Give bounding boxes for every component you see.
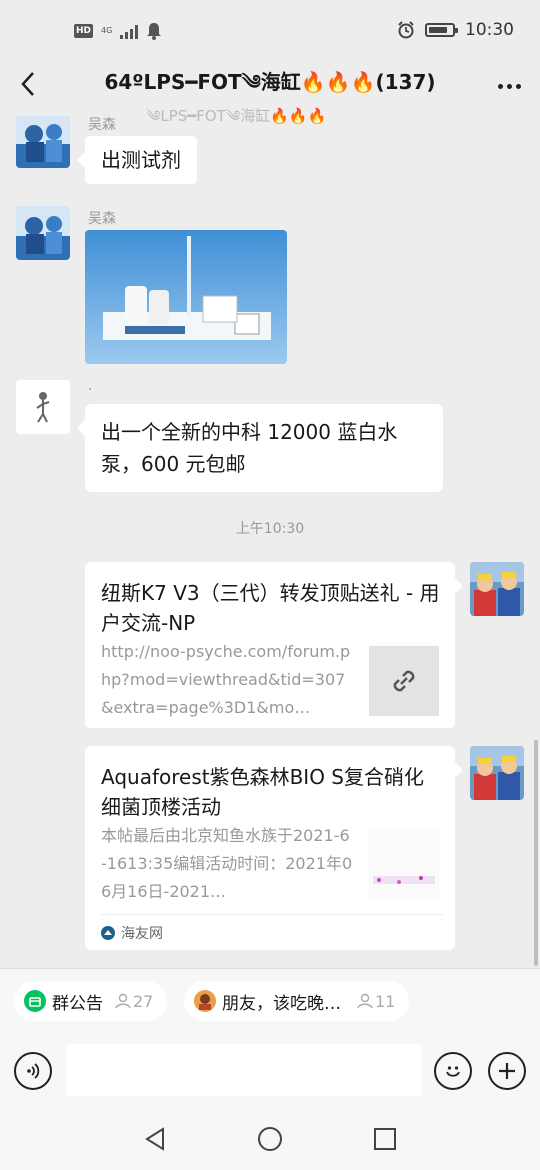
notification-bell-icon [147, 23, 162, 40]
nav-home-icon [258, 1127, 282, 1151]
nav-recents-button[interactable] [370, 1124, 400, 1154]
pill-count-value: 11 [375, 991, 396, 1011]
user-icon [115, 993, 131, 1009]
status-left: HD 4G [74, 22, 162, 40]
avatar[interactable] [16, 206, 70, 260]
status-time: 10:30 [465, 20, 514, 40]
test-kit-photo [85, 230, 287, 364]
user-icon [357, 993, 373, 1009]
link-icon [393, 670, 415, 692]
network-type: 4G [101, 26, 113, 35]
announcement-icon [24, 990, 46, 1012]
card-title: Aquaforest紫色森林BIO S复合硝化细菌顶楼活动 [101, 765, 424, 819]
card-description: http://noo-psyche.com/forum.php?mod=view… [101, 642, 351, 717]
pill-count-value: 27 [133, 991, 154, 1011]
pill-label: 朋友，该吃晚… [222, 993, 341, 1014]
voice-icon [27, 1063, 40, 1079]
quick-bar: 群公告 27 朋友，该吃晚… 11 [0, 968, 540, 1032]
image-message[interactable] [85, 230, 287, 364]
timestamp: 上午10:30 [235, 521, 305, 537]
source-name: 海友网 [121, 925, 163, 942]
pill-count: 11 [357, 992, 395, 1011]
card-thumbnail [369, 646, 439, 716]
nav-home-button[interactable] [255, 1124, 285, 1154]
link-card[interactable]: Aquaforest紫色森林BIO S复合硝化细菌顶楼活动 本帖最后由北京知鱼水… [85, 746, 463, 950]
topic-avatar-icon [194, 990, 216, 1012]
nav-recents-icon [374, 1128, 396, 1150]
status-right: 10:30 [397, 20, 514, 40]
back-button[interactable] [10, 64, 46, 104]
nav-back-button[interactable] [140, 1124, 170, 1154]
system-nav-bar [0, 1108, 540, 1170]
alarm-icon [398, 21, 414, 39]
plus-icon [499, 1063, 515, 1079]
scrollbar[interactable] [534, 740, 538, 966]
voice-button[interactable] [14, 1052, 52, 1090]
avatar[interactable] [470, 746, 524, 800]
pill-label: 群公告 [52, 993, 103, 1014]
more-options-button[interactable] [492, 68, 526, 104]
avatar[interactable] [470, 562, 524, 616]
avatar[interactable] [16, 116, 70, 168]
topic-pill[interactable]: 朋友，该吃晚… 11 [184, 981, 410, 1021]
message-text: 出一个全新的中科 12000 蓝白水泵，600 元包邮 [101, 420, 398, 476]
sender-name: · [88, 382, 93, 398]
message-input[interactable] [66, 1044, 422, 1096]
sender-name: 吴森 [88, 211, 116, 227]
card-title: 纽斯K7 V3（三代）转发顶贴送礼 - 用户交流-NP [101, 581, 440, 635]
link-card[interactable]: 纽斯K7 V3（三代）转发顶贴送礼 - 用户交流-NP http://noo-p… [85, 562, 463, 728]
card-description: 本帖最后由北京知鱼水族于2021-6-1613:35编辑活动时间：2021年06… [101, 826, 353, 901]
input-bar [0, 1032, 540, 1108]
chat-area[interactable]: 吴森 出测试剂 吴森 · 出一个全新的中科 12000 蓝白水泵，600 元包邮… [0, 116, 540, 968]
emoji-icon [446, 1066, 460, 1077]
message-bubble[interactable]: 出测试剂 [77, 136, 197, 184]
source-logo-icon [101, 925, 115, 940]
sender-name: 吴森 [88, 117, 116, 133]
hd-badge: HD [74, 24, 94, 38]
nav-back-icon [145, 1127, 164, 1151]
group-announcement-pill[interactable]: 群公告 27 [14, 981, 168, 1021]
back-arrow-icon [21, 72, 34, 96]
card-source: 海友网 [101, 914, 443, 950]
emoji-button[interactable] [434, 1052, 472, 1090]
add-button[interactable] [488, 1052, 526, 1090]
message-text: 出测试剂 [101, 148, 181, 172]
card-thumbnail [369, 830, 439, 900]
message-bubble[interactable]: 出一个全新的中科 12000 蓝白水泵，600 元包邮 [77, 404, 443, 492]
battery-icon [425, 23, 458, 37]
article-thumbnail-image [369, 830, 439, 900]
avatar[interactable] [16, 380, 70, 434]
pill-count: 27 [115, 992, 153, 1011]
signal-icon [120, 23, 139, 39]
